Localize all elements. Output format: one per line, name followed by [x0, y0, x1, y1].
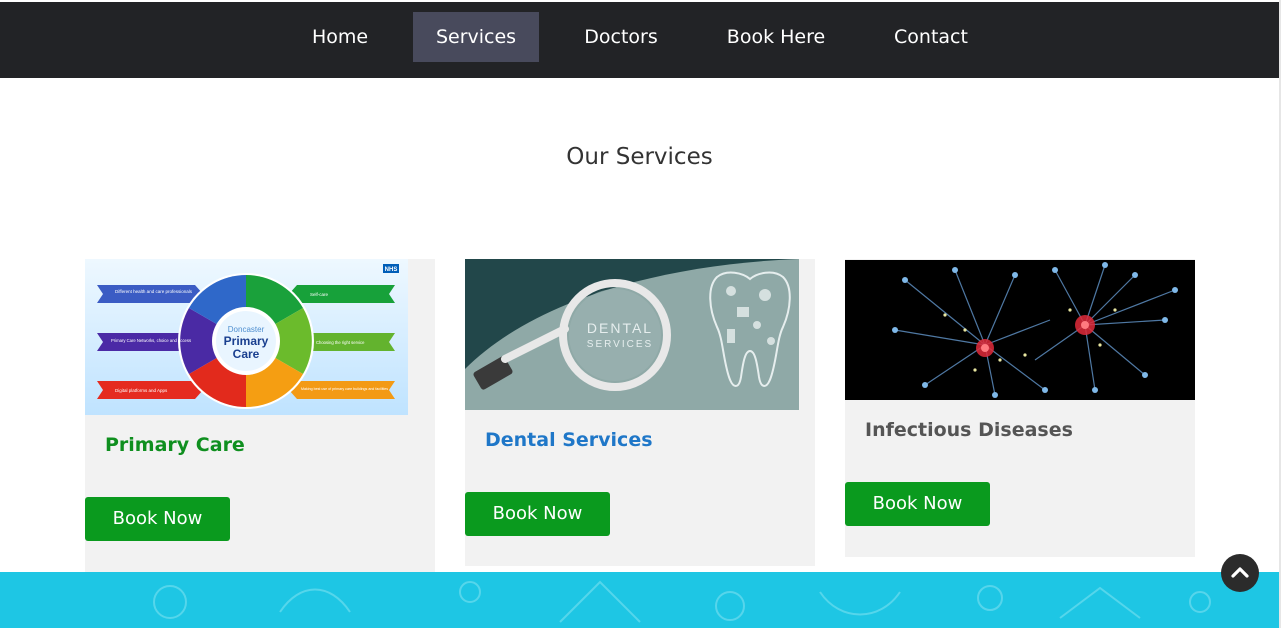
- pc-label-6: Making best use of primary care building…: [301, 387, 388, 391]
- section-title: Our Services: [566, 144, 713, 170]
- primary-care-image: NHS Doncaster Primary Care Different hea…: [85, 259, 408, 415]
- nhs-badge: NHS: [385, 267, 398, 273]
- pc-label-5: Digital platforms and Apps: [115, 388, 168, 393]
- pc-label-1: Different health and care professionals: [115, 289, 193, 294]
- nav-book-here[interactable]: Book Here: [704, 12, 848, 62]
- card-title-primary-care: Primary Care: [105, 434, 245, 456]
- book-now-button-primary-care[interactable]: Book Now: [85, 497, 230, 541]
- footer-band: [0, 572, 1279, 628]
- infectious-diseases-image: [845, 260, 1195, 400]
- service-card-dental: DENTAL SERVICES Dental Services Book Now: [465, 259, 815, 566]
- pc-label-3: Primary Care Networks, choice and access: [111, 338, 191, 343]
- dental-services-image: DENTAL SERVICES: [465, 259, 799, 410]
- pc-center-line2: Primary: [224, 334, 269, 348]
- service-card-primary-care: NHS Doncaster Primary Care Different hea…: [85, 259, 435, 572]
- pc-label-2: Self-care: [310, 292, 329, 297]
- main-navbar: Home Services Doctors Book Here Contact: [0, 2, 1279, 78]
- nav-doctors[interactable]: Doctors: [563, 12, 679, 62]
- pc-label-4: Choosing the right service: [316, 340, 365, 345]
- pc-center-line1: Doncaster: [228, 325, 265, 334]
- nav-contact[interactable]: Contact: [873, 12, 989, 62]
- service-card-infectious: Infectious Diseases Book Now: [845, 259, 1195, 557]
- nav-services[interactable]: Services: [413, 12, 539, 62]
- nav-home[interactable]: Home: [290, 12, 390, 62]
- book-now-button-dental[interactable]: Book Now: [465, 492, 610, 536]
- dental-line1: DENTAL: [587, 320, 653, 336]
- book-now-button-infectious[interactable]: Book Now: [845, 482, 990, 526]
- dental-line2: SERVICES: [587, 339, 653, 350]
- card-title-infectious: Infectious Diseases: [865, 419, 1073, 441]
- pc-center-line3: Care: [233, 347, 260, 361]
- scroll-top-button[interactable]: [1221, 554, 1259, 592]
- chevron-up-icon: [1231, 567, 1249, 578]
- card-title-dental: Dental Services: [485, 429, 653, 451]
